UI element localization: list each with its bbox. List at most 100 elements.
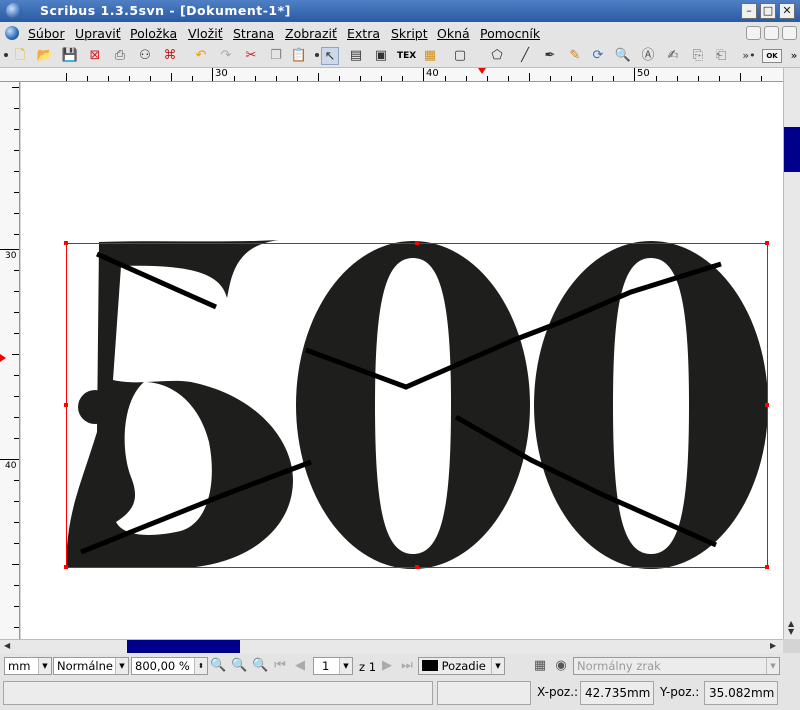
menu-windows[interactable]: Okná [437,26,470,41]
scroll-down-arrow-icon[interactable]: ▼ [788,627,794,636]
first-page-icon[interactable]: ⏮ [272,658,288,674]
menu-help[interactable]: Pomocník [480,26,540,41]
polygon-icon[interactable]: ⬠ [488,47,506,65]
window-title: Scribus 1.3.5svn - [Dokument-1*] [40,3,291,18]
menu-item[interactable]: Položka [130,26,177,41]
menu-insert[interactable]: Vložiť [188,26,223,41]
preview-mode-icon[interactable]: ▦ [532,658,548,674]
chevron-down-icon: ▼ [339,658,352,674]
x-position-label: X-poz.: [537,685,579,699]
minimize-button[interactable]: – [741,3,757,19]
bottom-toolbar: mm ▼ Normálne ▼ 800,00 % ⬍ 🔍 🔍 🔍 ⏮ ◀ 1 ▼… [0,653,800,678]
paste-icon[interactable]: 📋 [290,47,308,65]
chevron-down-icon: ▼ [766,658,779,674]
quality-select[interactable]: Normálne ▼ [53,657,129,675]
edit-content-icon[interactable]: Ⓐ [639,47,657,65]
menu-view[interactable]: Zobraziť [285,26,337,41]
chevron-down-icon: ▼ [115,658,128,674]
text-frame[interactable] [21,82,783,639]
vertical-scrollbar[interactable]: ▲ ▼ [783,68,800,639]
render-frame-icon[interactable]: TEX [397,47,416,65]
cut-icon[interactable]: ✂ [242,47,260,65]
menu-page[interactable]: Strana [233,26,274,41]
table-icon[interactable]: ▦ [421,47,439,65]
zoom-100-icon[interactable]: 🔍 [231,658,247,674]
document-canvas[interactable] [21,82,783,639]
line-icon[interactable]: ╱ [516,47,534,65]
menu-bar: Súbor Upraviť Položka Vložiť Strana Zobr… [0,22,800,44]
status-progress [437,681,531,705]
rotate-icon[interactable]: ⟳ [589,47,607,65]
toolbar-overflow-2-icon[interactable]: » [785,47,800,65]
ruler-label-v40: 40 [5,461,17,471]
vision-select[interactable]: Normálny zrak ▼ [573,657,780,675]
handle-middle-right [765,403,769,407]
edit-text-icon[interactable]: ✍ [664,47,682,65]
y-position-value: 35.082mm [704,681,778,705]
page-select[interactable]: 1 ▼ [313,657,353,675]
layer-name: Pozadie [441,659,486,673]
unlink-frames-icon[interactable]: ⎗ [712,47,730,65]
handle-bottom-center [415,565,419,569]
redo-icon[interactable]: ↷ [217,47,235,65]
pdf-export-icon[interactable]: ⌘ [161,47,179,65]
handle-top-left [64,241,68,245]
save-icon[interactable]: 💾 [61,47,79,65]
mdi-minimize-button[interactable] [746,26,761,40]
zoom-icon[interactable]: 🔍 [614,47,632,65]
layer-select[interactable]: Pozadie ▼ [418,657,505,675]
new-document-icon[interactable]: 🗋 [11,47,29,65]
preflight-icon[interactable]: ⚇ [136,47,154,65]
toolbar-handle [4,53,8,57]
close-window-button[interactable]: ✕ [779,3,795,19]
toolbar-overflow-icon[interactable]: »• [740,47,758,65]
scroll-right-arrow-icon[interactable]: ▶ [770,641,776,650]
link-frames-icon[interactable]: ⎘ [689,47,707,65]
ruler-label-v30: 30 [5,251,17,261]
copy-icon[interactable]: ❐ [267,47,285,65]
zoom-stepper-icon[interactable]: ⬍ [194,658,207,674]
handle-top-center [415,241,419,245]
shape-icon[interactable]: ▢ [451,47,469,65]
status-bar: X-poz.: 42.735mm Y-poz.: 35.082mm [0,678,800,710]
unit-select[interactable]: mm ▼ [4,657,52,675]
ok-button[interactable]: OK [762,49,782,63]
bezier-icon[interactable]: ✒ [541,47,559,65]
glyph-0-second-counter [613,258,689,554]
image-frame-icon[interactable]: ▣ [372,47,390,65]
horizontal-ruler-ticks [66,68,762,81]
print-icon[interactable]: ⎙ [111,47,129,65]
horizontal-ruler[interactable]: 30 40 50 [0,68,783,82]
menu-file[interactable]: Súbor [28,26,65,41]
last-page-icon[interactable]: ⏭ [399,658,415,674]
zoom-out-icon[interactable]: 🔍 [210,658,226,674]
scroll-left-arrow-icon[interactable]: ◀ [4,641,10,650]
vertical-scroll-thumb[interactable] [784,127,800,172]
horizontal-scrollbar[interactable]: ◀ ▶ [0,639,783,653]
vertical-ruler[interactable]: 30 40 [0,82,20,639]
quality-value: Normálne [57,659,113,673]
menu-script[interactable]: Skript [391,26,428,41]
select-icon[interactable]: ↖ [321,47,339,65]
mdi-close-button[interactable] [782,26,797,40]
undo-icon[interactable]: ↶ [192,47,210,65]
mdi-restore-button[interactable] [764,26,779,40]
previous-page-icon[interactable]: ◀ [292,658,308,674]
chevron-down-icon: ▼ [491,658,504,674]
y-position-label: Y-poz.: [660,685,700,699]
zoom-input[interactable]: 800,00 % ⬍ [131,657,208,675]
text-frame-icon[interactable]: ▤ [347,47,365,65]
status-message [3,681,433,705]
scribus-app-icon[interactable] [6,3,22,19]
vision-value: Normálny zrak [577,659,661,673]
close-icon[interactable]: ⊠ [86,47,104,65]
next-page-icon[interactable]: ▶ [379,658,395,674]
horizontal-scroll-thumb[interactable] [127,640,240,653]
menu-edit[interactable]: Upraviť [75,26,121,41]
maximize-button[interactable]: □ [760,3,776,19]
unit-value: mm [8,659,31,673]
open-icon[interactable]: 📂 [36,47,54,65]
freehand-icon[interactable]: ✎ [566,47,584,65]
menu-extras[interactable]: Extra [347,26,380,41]
zoom-in-icon[interactable]: 🔍 [252,658,268,674]
